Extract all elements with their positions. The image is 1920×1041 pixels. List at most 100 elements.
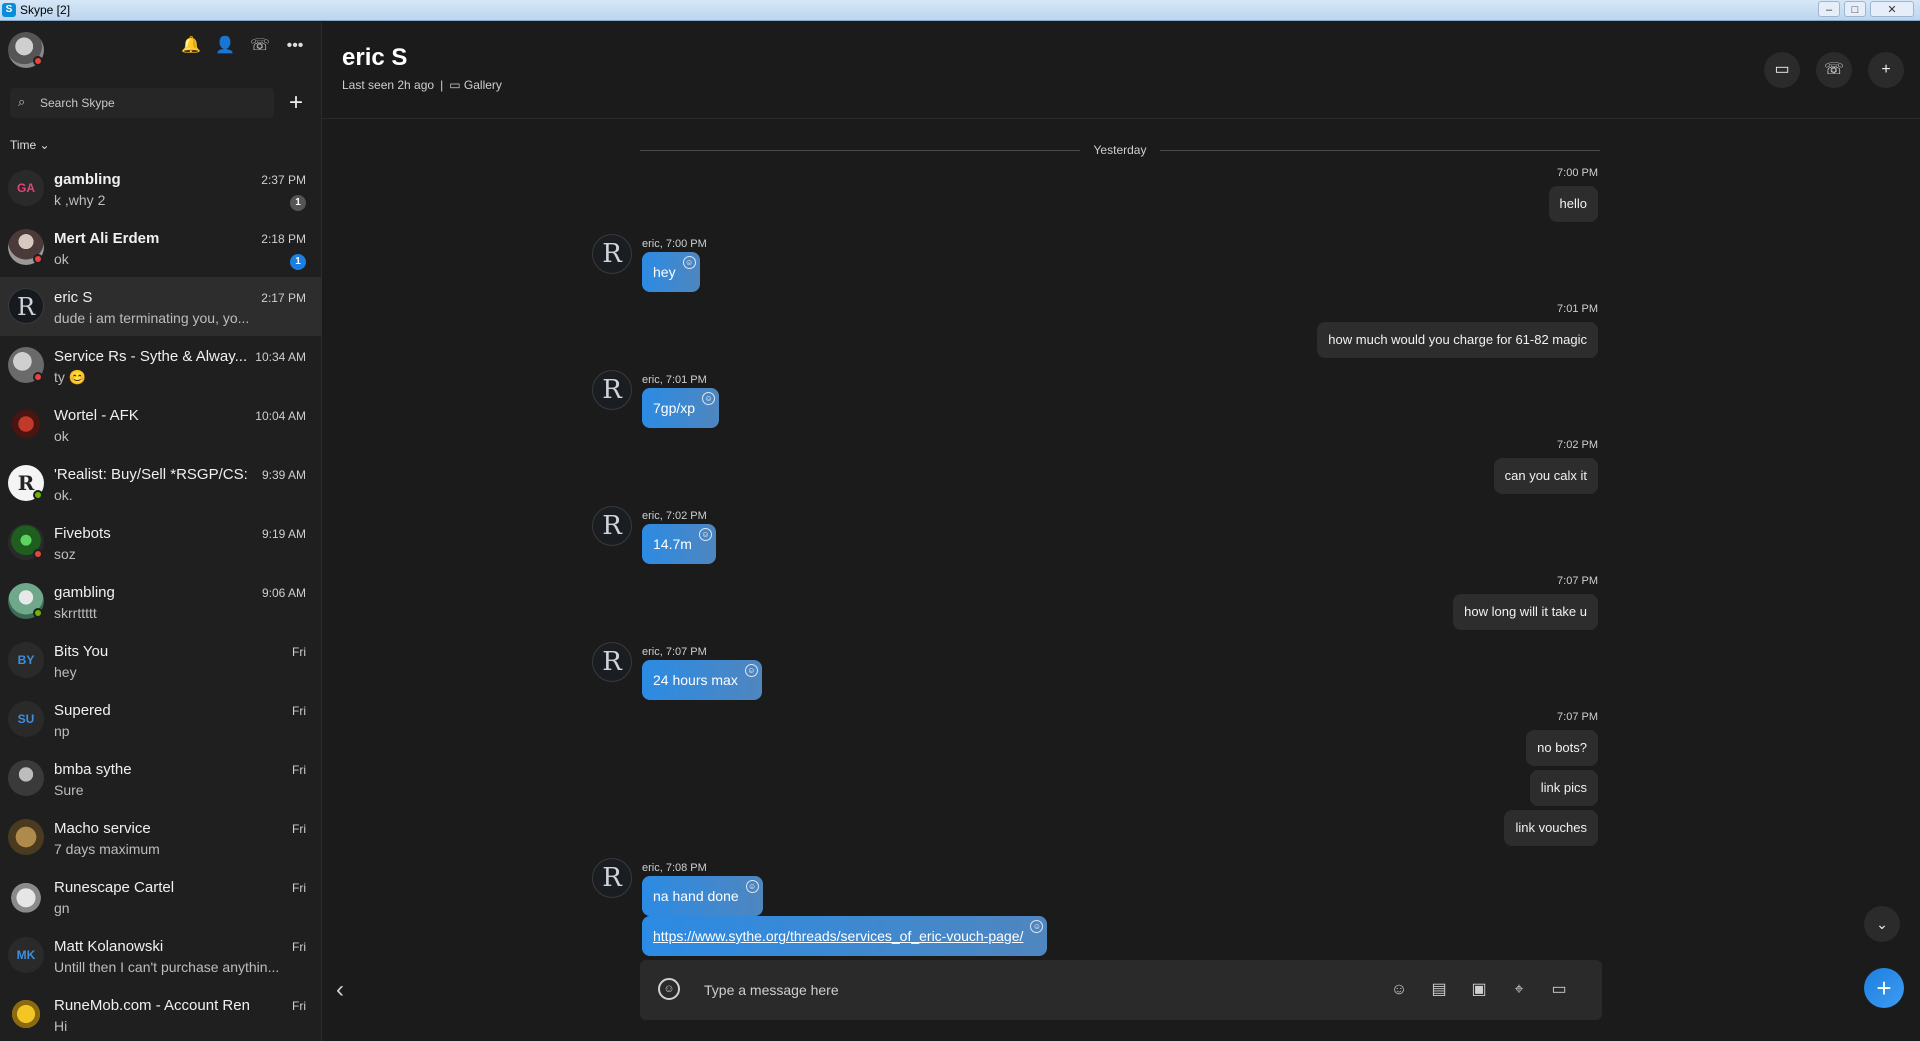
contact-avatar xyxy=(8,819,44,855)
chat-title[interactable]: eric S xyxy=(342,44,407,72)
received-message-text: 24 hours max xyxy=(653,672,738,688)
contact-list-item[interactable]: R 'Realist: Buy/Sell *RSGP/CS:... ok. 9:… xyxy=(0,454,321,513)
sort-dropdown[interactable]: Time ⌄ xyxy=(10,138,50,152)
add-reaction-icon[interactable]: ☺ xyxy=(745,880,759,893)
sent-message-bubble[interactable]: hello xyxy=(1548,186,1598,222)
contact-message-avatar[interactable]: R xyxy=(592,506,632,546)
contact-list-item[interactable]: RuneMob.com - Account Rentals... Hi Fri xyxy=(0,985,321,1041)
contact-avatar xyxy=(8,406,44,442)
contact-last-message: soz xyxy=(54,546,76,562)
contact-time: 10:34 AM xyxy=(255,350,306,364)
contact-message-avatar[interactable]: R xyxy=(592,234,632,274)
received-message-bubble[interactable]: 7gp/xp ☺ xyxy=(642,388,720,428)
contact-last-message: k ,why 2 xyxy=(54,192,106,208)
video-call-button[interactable]: ▭ xyxy=(1764,52,1800,88)
received-message-bubble[interactable]: hey ☺ xyxy=(642,252,700,292)
contact-avatar: R xyxy=(8,288,44,324)
contact-list-item[interactable]: gambling skrrttttt 9:06 AM xyxy=(0,572,321,631)
received-message-bubble[interactable]: na hand done ☺ xyxy=(642,876,763,916)
contact-last-message: Untill then I can't purchase anythin... xyxy=(54,959,280,975)
location-pin-icon[interactable]: ⌖ xyxy=(1506,978,1532,1002)
contact-last-message: ty 😊 xyxy=(54,369,87,385)
add-content-button[interactable]: + xyxy=(1864,968,1904,1008)
divider-line xyxy=(1160,150,1600,151)
message-composer[interactable]: ☺ Type a message here ☺ ▤ ▣ ⌖ ▭ xyxy=(640,960,1602,1020)
more-options-icon[interactable]: ••• xyxy=(283,34,307,58)
contact-last-message: gn xyxy=(54,900,70,916)
contact-name: Runescape Cartel xyxy=(54,879,175,896)
message-input[interactable]: Type a message here xyxy=(704,982,839,998)
contact-time: 9:39 AM xyxy=(261,468,306,482)
chevron-left-icon[interactable]: ‹ xyxy=(336,976,344,1004)
contact-list-item[interactable]: Service Rs - Sythe & Alway... ty 😊 10:34… xyxy=(0,336,321,395)
calls-icon[interactable]: ☏ xyxy=(248,34,272,58)
add-reaction-icon[interactable]: ☺ xyxy=(682,256,696,269)
send-file-icon[interactable]: ▤ xyxy=(1426,978,1452,1002)
received-message-meta: eric, 7:08 PM xyxy=(642,862,707,874)
add-reaction-icon[interactable]: ☺ xyxy=(698,528,712,541)
audio-call-button[interactable]: ☏ xyxy=(1816,52,1852,88)
add-reaction-icon[interactable]: ☺ xyxy=(1030,920,1044,933)
contact-time: Fri xyxy=(292,645,306,659)
contact-message-avatar[interactable]: R xyxy=(592,858,632,898)
scroll-to-bottom-button[interactable]: ⌄ xyxy=(1864,906,1900,942)
sent-message-bubble[interactable]: no bots? xyxy=(1526,730,1598,766)
contact-avatar xyxy=(8,878,44,914)
contact-list-item[interactable]: Mert Ali Erdem ok 2:18 PM 1 xyxy=(0,218,321,277)
contact-status-indicator xyxy=(33,372,43,382)
sticker-icon[interactable]: ☺ xyxy=(1386,978,1412,1002)
contact-message-avatar[interactable]: R xyxy=(592,642,632,682)
contact-last-message: ok. xyxy=(54,487,73,503)
unread-badge: 1 xyxy=(290,195,306,211)
sent-message-time: 7:01 PM xyxy=(1557,303,1598,315)
add-reaction-icon[interactable]: ☺ xyxy=(744,664,758,677)
sent-message-bubble[interactable]: link pics xyxy=(1529,770,1598,806)
contact-list-item[interactable]: BY Bits You hey Fri xyxy=(0,631,321,690)
contacts-icon[interactable]: 👤 xyxy=(213,34,237,58)
contact-list-item[interactable]: Macho service 7 days maximum Fri xyxy=(0,808,321,867)
contact-name: RuneMob.com - Account Rentals... xyxy=(54,997,249,1014)
sent-message-bubble[interactable]: how much would you charge for 61-82 magi… xyxy=(1317,322,1598,358)
contact-time: Fri xyxy=(292,940,306,954)
minimize-button[interactable]: – xyxy=(1818,1,1840,17)
contact-list-item[interactable]: Runescape Cartel gn Fri xyxy=(0,867,321,926)
video-message-icon[interactable]: ▭ xyxy=(1546,978,1572,1002)
received-message-bubble[interactable]: 24 hours max ☺ xyxy=(642,660,762,700)
contact-name: Mert Ali Erdem xyxy=(54,230,160,247)
sent-message-time: 7:07 PM xyxy=(1557,575,1598,587)
my-status-indicator xyxy=(33,56,43,66)
add-people-button[interactable]: + xyxy=(1868,52,1904,88)
new-chat-button[interactable]: + xyxy=(284,88,308,118)
contact-list-item[interactable]: MK Matt Kolanowski Untill then I can't p… xyxy=(0,926,321,985)
received-message-bubble[interactable]: 14.7m ☺ xyxy=(642,524,716,564)
add-reaction-icon[interactable]: ☺ xyxy=(702,392,716,405)
message-link[interactable]: https://www.sythe.org/threads/services_o… xyxy=(653,928,1023,944)
search-input[interactable]: ⌕ Search Skype xyxy=(10,88,274,118)
received-message-meta: eric, 7:02 PM xyxy=(642,510,707,522)
received-link-bubble[interactable]: https://www.sythe.org/threads/services_o… xyxy=(642,916,1048,956)
contact-list-item[interactable]: Fivebots soz 9:19 AM xyxy=(0,513,321,572)
unread-badge: 1 xyxy=(290,254,306,270)
gallery-link[interactable]: Gallery xyxy=(464,78,502,92)
sent-message-bubble[interactable]: can you calx it xyxy=(1493,458,1598,494)
sent-message-bubble[interactable]: link vouches xyxy=(1504,810,1598,846)
send-money-icon[interactable]: ▣ xyxy=(1466,978,1492,1002)
maximize-button[interactable]: □ xyxy=(1844,1,1866,17)
contact-name: eric S xyxy=(54,289,93,306)
received-message-text: na hand done xyxy=(653,888,739,904)
contact-message-avatar[interactable]: R xyxy=(592,370,632,410)
contact-list-item[interactable]: bmba sythe Sure Fri xyxy=(0,749,321,808)
contact-time: 2:37 PM xyxy=(261,173,306,187)
contact-list-item[interactable]: GA gambling k ,why 2 2:37 PM 1 xyxy=(0,159,321,218)
notifications-bell-icon[interactable]: 🔔 xyxy=(179,34,203,58)
sent-message-bubble[interactable]: how long will it take u xyxy=(1453,594,1598,630)
contact-last-message: ok xyxy=(54,251,69,267)
emoji-icon[interactable]: ☺ xyxy=(658,978,680,1000)
search-icon: ⌕ xyxy=(18,94,26,109)
contact-list-item-active[interactable]: R eric S dude i am terminating you, yo..… xyxy=(0,277,321,336)
contact-name: gambling xyxy=(54,171,121,188)
contact-last-message: Hi xyxy=(54,1018,68,1034)
close-window-button[interactable]: ✕ xyxy=(1870,1,1914,17)
contact-list-item[interactable]: Wortel - AFK ok 10:04 AM xyxy=(0,395,321,454)
contact-list-item[interactable]: SU Supered np Fri xyxy=(0,690,321,749)
